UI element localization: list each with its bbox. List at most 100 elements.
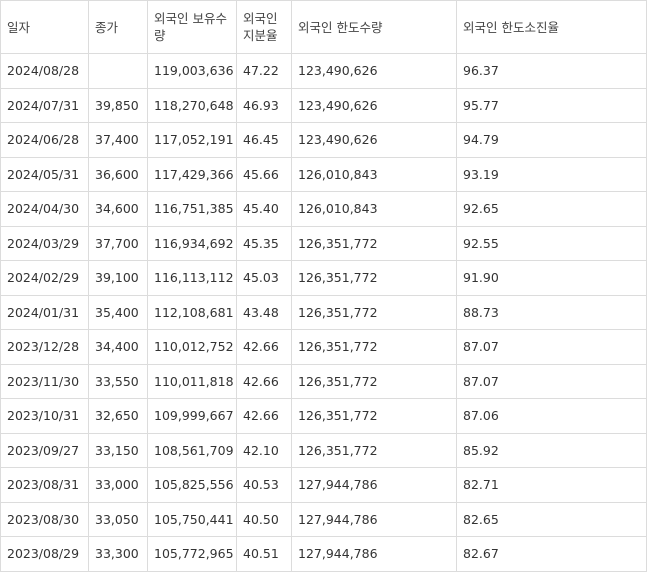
table-row: 2023/11/30 33,550 110,011,818 42.66 126,351,… xyxy=(0,363,647,399)
cell-foreign-limit: 126,351,772 xyxy=(291,363,457,399)
header-close-price: 종가 xyxy=(88,0,148,54)
cell-foreign-holdings: 117,052,191 xyxy=(147,122,237,158)
cell-limit-exhaustion: 92.65 xyxy=(456,191,647,227)
cell-foreign-holdings: 109,999,667 xyxy=(147,398,237,434)
cell-foreign-ratio: 40.50 xyxy=(236,501,292,537)
cell-foreign-limit: 123,490,626 xyxy=(291,53,457,89)
table-row: 2023/08/31 33,000 105,825,556 40.53 127,944,… xyxy=(0,467,647,503)
cell-limit-exhaustion: 85.92 xyxy=(456,432,647,468)
cell-foreign-ratio: 42.66 xyxy=(236,329,292,365)
table-row: 2023/10/31 32,650 109,999,667 42.66 126,351,… xyxy=(0,398,647,434)
cell-foreign-holdings: 108,561,709 xyxy=(147,432,237,468)
cell-date: 2023/12/28 xyxy=(0,329,89,365)
table-row: 2024/02/29 39,100 116,113,112 45.03 126,351,… xyxy=(0,260,647,296)
cell-close-price: 37,700 xyxy=(88,225,148,261)
header-foreign-holdings: 외국인 보유수량 xyxy=(147,0,237,54)
table-row: 2023/08/30 33,050 105,750,441 40.50 127,944,… xyxy=(0,501,647,537)
cell-date: 2023/08/29 xyxy=(0,536,89,572)
table-row: 2024/08/28 119,003,636 47.22 123,490,626 96.… xyxy=(0,53,647,89)
cell-date: 2023/10/31 xyxy=(0,398,89,434)
cell-close-price: 34,400 xyxy=(88,329,148,365)
cell-limit-exhaustion: 91.90 xyxy=(456,260,647,296)
cell-foreign-limit: 126,010,843 xyxy=(291,191,457,227)
cell-limit-exhaustion: 96.37 xyxy=(456,53,647,89)
cell-foreign-limit: 123,490,626 xyxy=(291,122,457,158)
cell-foreign-holdings: 116,113,112 xyxy=(147,260,237,296)
table-row: 2024/04/30 34,600 116,751,385 45.40 126,010,… xyxy=(0,191,647,227)
cell-foreign-limit: 127,944,786 xyxy=(291,467,457,503)
cell-foreign-limit: 126,351,772 xyxy=(291,294,457,330)
table-header: 일자 종가 외국인 보유수량 외국인 지분율 외국인 한도수량 외국인 한도소진… xyxy=(0,0,647,54)
cell-foreign-ratio: 47.22 xyxy=(236,53,292,89)
cell-foreign-holdings: 116,934,692 xyxy=(147,225,237,261)
cell-foreign-ratio: 45.40 xyxy=(236,191,292,227)
cell-foreign-ratio: 42.66 xyxy=(236,363,292,399)
cell-close-price: 33,150 xyxy=(88,432,148,468)
cell-foreign-limit: 123,490,626 xyxy=(291,87,457,123)
header-row: 일자 종가 외국인 보유수량 외국인 지분율 외국인 한도수량 외국인 한도소진… xyxy=(0,0,647,54)
table-body: 2024/08/28 119,003,636 47.22 123,490,626 96.… xyxy=(0,53,647,572)
cell-foreign-limit: 126,010,843 xyxy=(291,156,457,192)
cell-limit-exhaustion: 88.73 xyxy=(456,294,647,330)
header-limit-exhaustion: 외국인 한도소진율 xyxy=(456,0,647,54)
cell-foreign-limit: 126,351,772 xyxy=(291,398,457,434)
table-row: 2023/12/28 34,400 110,012,752 42.66 126,351,… xyxy=(0,329,647,365)
cell-date: 2024/02/29 xyxy=(0,260,89,296)
cell-foreign-limit: 126,351,772 xyxy=(291,260,457,296)
cell-date: 2024/05/31 xyxy=(0,156,89,192)
cell-date: 2024/08/28 xyxy=(0,53,89,89)
table-row: 2024/05/31 36,600 117,429,366 45.66 126,010,… xyxy=(0,156,647,192)
cell-foreign-holdings: 119,003,636 xyxy=(147,53,237,89)
cell-date: 2023/08/31 xyxy=(0,467,89,503)
cell-foreign-ratio: 40.51 xyxy=(236,536,292,572)
cell-limit-exhaustion: 92.55 xyxy=(456,225,647,261)
cell-limit-exhaustion: 82.67 xyxy=(456,536,647,572)
cell-limit-exhaustion: 95.77 xyxy=(456,87,647,123)
cell-limit-exhaustion: 87.07 xyxy=(456,329,647,365)
cell-foreign-holdings: 110,012,752 xyxy=(147,329,237,365)
cell-foreign-holdings: 118,270,648 xyxy=(147,87,237,123)
cell-close-price: 33,550 xyxy=(88,363,148,399)
cell-foreign-limit: 126,351,772 xyxy=(291,225,457,261)
cell-foreign-limit: 127,944,786 xyxy=(291,501,457,537)
cell-foreign-holdings: 105,750,441 xyxy=(147,501,237,537)
cell-foreign-holdings: 110,011,818 xyxy=(147,363,237,399)
cell-date: 2023/11/30 xyxy=(0,363,89,399)
cell-foreign-ratio: 42.66 xyxy=(236,398,292,434)
cell-foreign-ratio: 40.53 xyxy=(236,467,292,503)
cell-limit-exhaustion: 93.19 xyxy=(456,156,647,192)
cell-foreign-ratio: 45.03 xyxy=(236,260,292,296)
cell-limit-exhaustion: 87.06 xyxy=(456,398,647,434)
cell-foreign-limit: 126,351,772 xyxy=(291,329,457,365)
cell-limit-exhaustion: 87.07 xyxy=(456,363,647,399)
cell-date: 2023/09/27 xyxy=(0,432,89,468)
cell-foreign-holdings: 116,751,385 xyxy=(147,191,237,227)
cell-foreign-ratio: 43.48 xyxy=(236,294,292,330)
cell-limit-exhaustion: 82.65 xyxy=(456,501,647,537)
cell-close-price: 35,400 xyxy=(88,294,148,330)
cell-close-price: 32,650 xyxy=(88,398,148,434)
cell-date: 2024/06/28 xyxy=(0,122,89,158)
cell-foreign-limit: 127,944,786 xyxy=(291,536,457,572)
cell-date: 2024/03/29 xyxy=(0,225,89,261)
table-row: 2024/06/28 37,400 117,052,191 46.45 123,490,… xyxy=(0,122,647,158)
cell-foreign-limit: 126,351,772 xyxy=(291,432,457,468)
header-foreign-ratio: 외국인 지분율 xyxy=(236,0,292,54)
cell-foreign-holdings: 105,772,965 xyxy=(147,536,237,572)
cell-foreign-ratio: 46.45 xyxy=(236,122,292,158)
table-row: 2024/07/31 39,850 118,270,648 46.93 123,490,… xyxy=(0,87,647,123)
cell-close-price: 39,850 xyxy=(88,87,148,123)
foreign-ownership-table: 일자 종가 외국인 보유수량 외국인 지분율 외국인 한도수량 외국인 한도소진… xyxy=(0,0,647,572)
cell-date: 2024/04/30 xyxy=(0,191,89,227)
header-foreign-limit: 외국인 한도수량 xyxy=(291,0,457,54)
cell-limit-exhaustion: 82.71 xyxy=(456,467,647,503)
cell-close-price: 37,400 xyxy=(88,122,148,158)
cell-foreign-holdings: 117,429,366 xyxy=(147,156,237,192)
cell-close-price xyxy=(88,53,148,89)
cell-close-price: 33,300 xyxy=(88,536,148,572)
header-date: 일자 xyxy=(0,0,89,54)
cell-date: 2023/08/30 xyxy=(0,501,89,537)
table-row: 2023/09/27 33,150 108,561,709 42.10 126,351,… xyxy=(0,432,647,468)
table-row: 2024/01/31 35,400 112,108,681 43.48 126,351,… xyxy=(0,294,647,330)
cell-foreign-holdings: 112,108,681 xyxy=(147,294,237,330)
